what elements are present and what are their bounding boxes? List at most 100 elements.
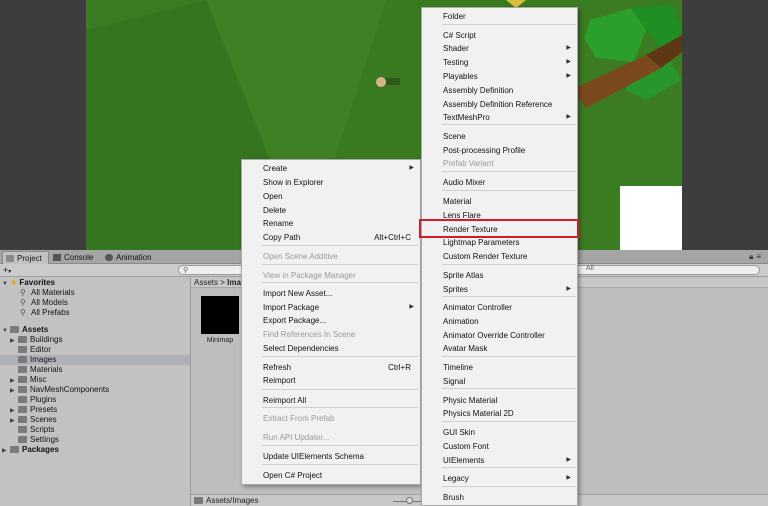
context-menu-item[interactable]: Select Dependencies <box>242 342 420 355</box>
tree-folder-misc[interactable]: ▶ Misc <box>10 375 46 385</box>
menu-item-label: Prefab Variant <box>443 159 494 168</box>
create-submenu-item[interactable]: Audio Mixer <box>422 176 577 189</box>
create-submenu-item[interactable]: Physics Material 2D <box>422 407 577 420</box>
breadcrumb-path[interactable]: Assets > Ima <box>194 278 241 288</box>
tree-folder-navmesh[interactable]: ▶ NavMeshComponents <box>10 385 109 395</box>
menu-icon[interactable]: ≡ <box>756 252 764 261</box>
tree-folder-scenes[interactable]: ▶ Scenes <box>10 415 57 425</box>
context-menu-item[interactable]: Export Package... <box>242 314 420 327</box>
search-scope[interactable]: All <box>586 265 594 272</box>
menu-separator <box>262 264 418 265</box>
chevron-right-icon: ▶ <box>566 59 571 65</box>
tree-packages-label: Packages <box>22 445 59 454</box>
tree-folder-buildings[interactable]: ▶ Buildings <box>10 335 62 345</box>
tree-assets[interactable]: ▼ Assets <box>2 325 48 335</box>
tree-folder-settings[interactable]: Settings <box>10 435 59 445</box>
menu-item-label: Update UIElements Schema <box>263 452 364 461</box>
create-submenu-item[interactable]: Legacy ▶ <box>422 472 577 485</box>
create-submenu-item[interactable]: Assembly Definition <box>422 84 577 97</box>
create-submenu-item[interactable]: Brush <box>422 491 577 504</box>
create-submenu-item[interactable]: Animator Controller <box>422 301 577 314</box>
asset-label: Minimap <box>206 337 234 344</box>
context-menu-item[interactable]: Refresh Ctrl+R <box>242 361 420 374</box>
context-menu-item[interactable]: Reimport <box>242 374 420 387</box>
chevron-down-icon[interactable]: ▼ <box>2 279 10 289</box>
chevron-right-icon: ▶ <box>566 457 571 463</box>
context-menu-item[interactable]: Create ▶ <box>242 162 420 175</box>
create-submenu-item[interactable]: Playables ▶ <box>422 70 577 83</box>
create-submenu-item[interactable]: UIElements ▶ <box>422 454 577 467</box>
tree-favorites[interactable]: ▼ ★ Favorites <box>2 278 55 288</box>
create-submenu-item[interactable]: Scene <box>422 130 577 143</box>
context-menu-item[interactable]: Update UIElements Schema <box>242 450 420 463</box>
create-submenu-item[interactable]: Custom Font <box>422 440 577 453</box>
create-submenu-item[interactable]: Timeline <box>422 361 577 374</box>
tree-favorites-label: Favorites <box>19 278 55 287</box>
chevron-right-icon: ▶ <box>409 304 414 310</box>
create-submenu-item[interactable]: Sprite Atlas <box>422 269 577 282</box>
tree-folder-editor[interactable]: Editor <box>10 345 51 355</box>
breadcrumb-current[interactable]: Ima <box>227 278 241 287</box>
tree-favorite-item[interactable]: ⚲ All Materials <box>20 288 75 298</box>
create-submenu-item[interactable]: Post-processing Profile <box>422 144 577 157</box>
create-submenu-item[interactable]: Physic Material <box>422 394 577 407</box>
context-menu-item[interactable]: Show in Explorer <box>242 176 420 189</box>
menu-separator <box>262 464 418 465</box>
menu-item-label: Open Scene Additive <box>263 252 338 261</box>
create-submenu-item[interactable]: GUI Skin <box>422 426 577 439</box>
menu-item-label: Delete <box>263 206 287 215</box>
create-submenu-item[interactable]: Sprites ▶ <box>422 283 577 296</box>
menu-separator <box>262 389 418 390</box>
slider-handle[interactable] <box>406 497 413 504</box>
context-menu-item[interactable]: Open <box>242 190 420 203</box>
menu-item-label: Folder <box>443 12 466 21</box>
tree-folder-images[interactable]: Images <box>0 355 190 365</box>
tree-folder-plugins[interactable]: Plugins <box>10 395 56 405</box>
create-submenu-item[interactable]: Shader ▶ <box>422 42 577 55</box>
create-submenu-item[interactable]: Custom Render Texture <box>422 250 577 263</box>
context-menu-item[interactable]: Import Package ▶ <box>242 301 420 314</box>
chevron-down-icon[interactable]: ▼ <box>2 326 10 336</box>
menu-item-label: Material <box>443 197 472 206</box>
context-menu: Create ▶ Show in Explorer Open Delete Rename C… <box>241 159 421 485</box>
chevron-right-icon[interactable]: ▶ <box>2 446 10 456</box>
create-submenu-item[interactable]: Testing ▶ <box>422 56 577 69</box>
create-submenu-item[interactable]: Avatar Mask <box>422 342 577 355</box>
folder-icon <box>194 497 203 504</box>
tree-favorite-item[interactable]: ⚲ All Prefabs <box>20 308 70 318</box>
context-menu-item[interactable]: Open C# Project <box>242 469 420 482</box>
menu-item-label: Sprite Atlas <box>443 271 484 280</box>
create-submenu-item[interactable]: Animator Override Controller <box>422 329 577 342</box>
create-submenu-item[interactable]: C# Script <box>422 29 577 42</box>
menu-item-label: Run API Updater... <box>263 433 330 442</box>
create-submenu-item[interactable]: Material <box>422 195 577 208</box>
folder-icon <box>18 356 27 363</box>
create-submenu-item[interactable]: Signal <box>422 375 577 388</box>
create-dropdown-button[interactable]: +▾ <box>3 265 11 278</box>
context-menu-item[interactable]: Rename <box>242 217 420 230</box>
breadcrumb-root[interactable]: Assets <box>194 278 218 287</box>
tree-folder-presets[interactable]: ▶ Presets <box>10 405 57 415</box>
tab-console[interactable]: Console <box>50 251 99 264</box>
context-menu-item: Find References In Scene <box>242 328 420 341</box>
tree-item-label: All Prefabs <box>31 308 70 317</box>
tree-favorite-item[interactable]: ⚲ All Models <box>20 298 68 308</box>
menu-item-label: Reimport All <box>263 396 307 405</box>
create-submenu-item[interactable]: Folder <box>422 10 577 23</box>
context-menu-item[interactable]: Delete <box>242 204 420 217</box>
menu-item-label: Find References In Scene <box>263 330 356 339</box>
tab-animation[interactable]: Animation <box>102 251 158 264</box>
create-submenu-item[interactable]: TextMeshPro ▶ <box>422 111 577 124</box>
context-menu-item[interactable]: Reimport All <box>242 394 420 407</box>
create-submenu-item[interactable]: Assembly Definition Reference <box>422 98 577 111</box>
create-submenu-item[interactable]: Animation <box>422 315 577 328</box>
panel-options[interactable]: 🔒︎≡ <box>749 252 764 262</box>
tab-project[interactable]: Project <box>2 251 49 264</box>
context-menu-item[interactable]: Import New Asset... <box>242 287 420 300</box>
context-menu-item[interactable]: Copy Path Alt+Ctrl+C <box>242 231 420 244</box>
tree-packages[interactable]: ▶ Packages <box>2 445 59 455</box>
tree-item-label: Presets <box>30 405 58 414</box>
asset-thumbnail[interactable] <box>201 296 239 334</box>
tree-folder-scripts[interactable]: Scripts <box>10 425 54 435</box>
tree-folder-materials[interactable]: Materials <box>10 365 62 375</box>
